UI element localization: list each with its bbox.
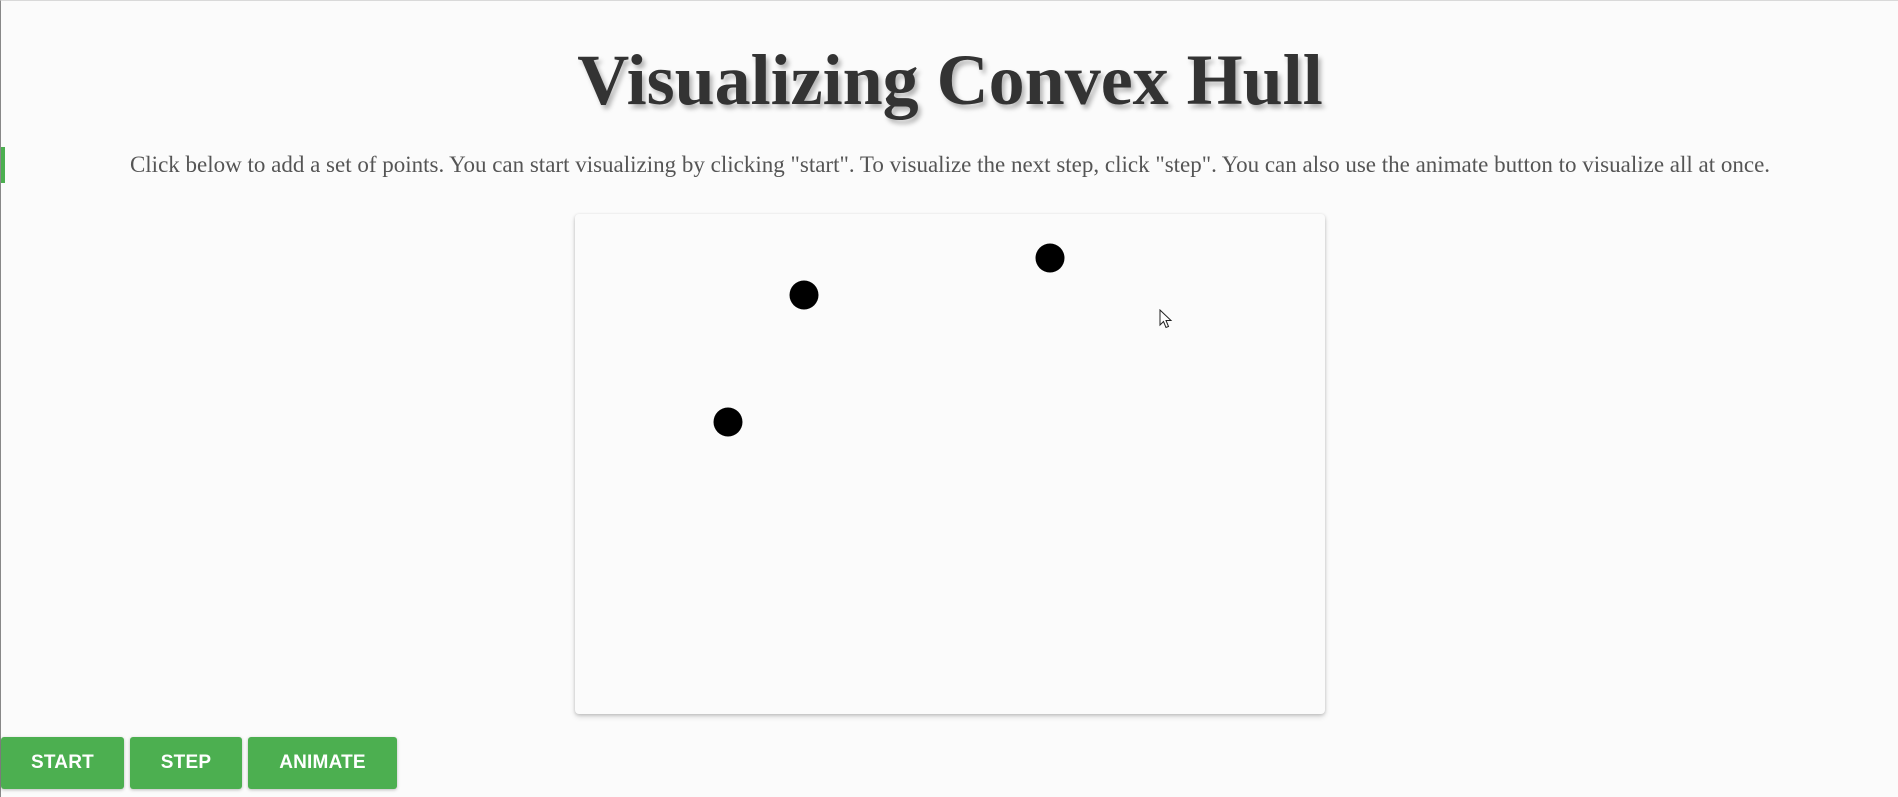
animate-button[interactable]: ANIMATE	[248, 737, 397, 789]
step-button[interactable]: STEP	[130, 737, 242, 789]
controls-toolbar: START STEP ANIMATE	[1, 737, 397, 789]
points-canvas[interactable]	[575, 214, 1325, 714]
page: Visualizing Convex Hull Click below to a…	[0, 0, 1898, 797]
canvas-point	[789, 280, 819, 310]
instructions-text: Click below to add a set of points. You …	[129, 152, 1771, 177]
page-title: Visualizing Convex Hull	[577, 40, 1323, 120]
canvas-point	[1035, 243, 1065, 273]
point-layer	[713, 243, 1065, 437]
mouse-cursor-icon	[1159, 309, 1173, 329]
canvas-point	[713, 407, 743, 437]
start-button[interactable]: START	[1, 737, 124, 789]
